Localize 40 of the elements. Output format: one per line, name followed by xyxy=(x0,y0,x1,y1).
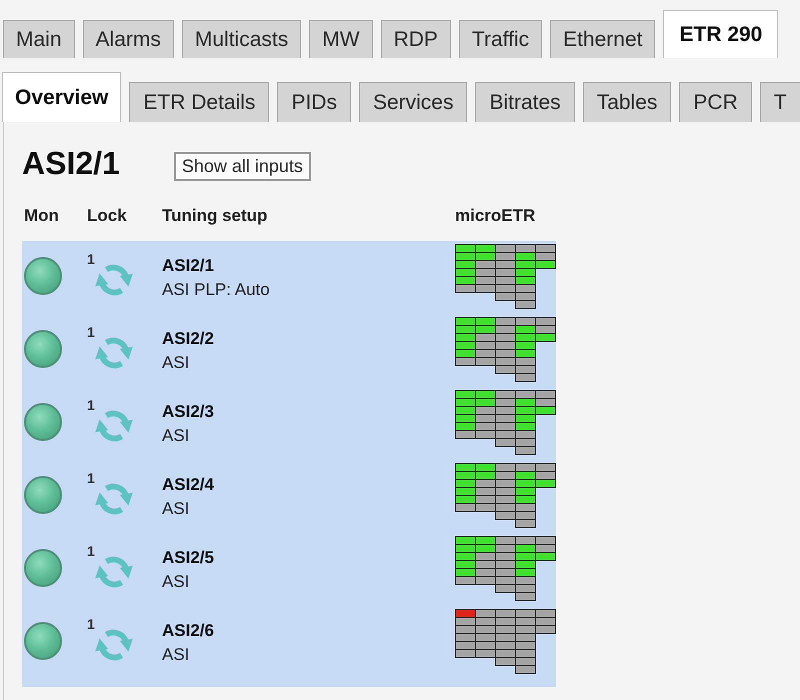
tab[interactable]: Ethernet xyxy=(550,20,656,58)
tab[interactable]: Overview xyxy=(2,72,122,122)
tab[interactable]: ETR Details xyxy=(129,82,270,122)
input-number: 1 xyxy=(87,324,95,340)
input-name: ASI2/4 xyxy=(162,474,214,496)
input-name: ASI2/6 xyxy=(162,620,214,642)
input-name: ASI2/1 xyxy=(162,255,214,277)
tab[interactable]: Multicasts xyxy=(182,20,302,58)
tab[interactable]: Main xyxy=(3,20,75,58)
tab[interactable]: PIDs xyxy=(277,82,351,122)
column-header: Tuning setup xyxy=(162,206,268,226)
input-name: ASI2/3 xyxy=(162,401,214,423)
input-number: 1 xyxy=(87,616,95,632)
input-name: ASI2/2 xyxy=(162,328,214,350)
input-number: 1 xyxy=(87,543,95,559)
tab[interactable]: Tables xyxy=(582,82,672,122)
input-title: ASI2/1 xyxy=(22,144,120,182)
tuning-setup-text: ASI xyxy=(162,352,190,374)
tuning-setup-text: ASI xyxy=(162,425,190,447)
show-all-inputs-button[interactable]: Show all inputs xyxy=(174,152,311,180)
input-number: 1 xyxy=(87,470,95,486)
tuning-setup-text: ASI xyxy=(162,571,190,593)
tab[interactable]: ETR 290 xyxy=(663,10,778,58)
input-number: 1 xyxy=(87,397,95,413)
tuning-setup-text: ASI xyxy=(162,644,190,666)
column-header: Mon xyxy=(24,206,59,226)
tuning-setup-text: ASI xyxy=(162,498,190,520)
tab[interactable]: Alarms xyxy=(82,20,174,58)
tab[interactable]: RDP xyxy=(380,20,451,58)
tab[interactable]: Traffic xyxy=(458,20,542,58)
input-number: 1 xyxy=(87,251,95,267)
tuning-setup-text: ASI PLP: Auto xyxy=(162,279,270,301)
tab[interactable]: PCR xyxy=(679,82,752,122)
input-name: ASI2/5 xyxy=(162,547,214,569)
tab[interactable]: MW xyxy=(309,20,373,58)
column-header: microETR xyxy=(455,206,536,226)
tab[interactable]: Bitrates xyxy=(475,82,575,122)
column-header: Lock xyxy=(87,206,127,226)
tab[interactable]: Services xyxy=(358,82,468,122)
tab[interactable]: T xyxy=(760,82,800,122)
